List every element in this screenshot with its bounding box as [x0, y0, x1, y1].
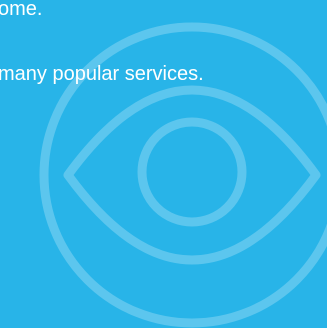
eye-outline — [63, 85, 321, 265]
body-text-line-1: ome. — [0, 0, 43, 20]
eye-pupil — [137, 117, 247, 227]
promo-panel: ome. many popular services. — [0, 0, 327, 328]
eye-icon — [39, 22, 327, 328]
body-text-line-2: many popular services. — [0, 63, 204, 85]
